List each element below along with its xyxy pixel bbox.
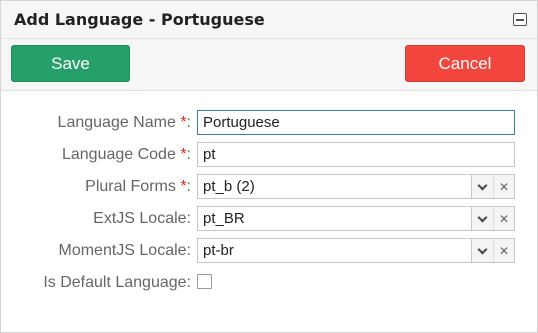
plural-forms-row: Plural Forms *: pt_b (2) ✕ [1, 174, 537, 200]
extjs-locale-label: ExtJS Locale: [93, 210, 191, 227]
chevron-down-icon[interactable] [472, 174, 494, 199]
dialog-header: Add Language - Portuguese [1, 1, 537, 39]
language-name-input[interactable]: Portuguese [197, 110, 515, 135]
clear-x-icon[interactable]: ✕ [493, 238, 515, 263]
chevron-down-icon[interactable] [472, 238, 494, 263]
add-language-dialog: Add Language - Portuguese Save Cancel La… [0, 0, 538, 333]
dialog-title: Add Language - Portuguese [14, 10, 265, 29]
language-code-input[interactable]: pt [197, 142, 515, 167]
momentjs-locale-row: MomentJS Locale: pt-br ✕ [1, 238, 537, 264]
extjs-locale-select[interactable]: pt_BR [197, 206, 472, 231]
language-code-row: Language Code *: pt [1, 142, 537, 168]
clear-x-icon[interactable]: ✕ [493, 206, 515, 231]
language-name-row: Language Name *: Portuguese [1, 110, 537, 136]
language-code-label: Language Code *: [61, 146, 191, 163]
toolbar: Save Cancel [1, 39, 537, 91]
chevron-down-icon[interactable] [472, 206, 494, 231]
plural-forms-select[interactable]: pt_b (2) [197, 174, 472, 199]
collapse-icon[interactable] [513, 13, 527, 26]
clear-x-icon[interactable]: ✕ [493, 174, 515, 199]
language-name-label: Language Name *: [57, 114, 191, 131]
is-default-checkbox[interactable] [197, 274, 212, 289]
cancel-button[interactable]: Cancel [405, 45, 525, 82]
is-default-row: Is Default Language: [1, 270, 537, 296]
save-button[interactable]: Save [11, 45, 130, 82]
momentjs-locale-select[interactable]: pt-br [197, 238, 472, 263]
momentjs-locale-label: MomentJS Locale: [58, 242, 191, 259]
extjs-locale-row: ExtJS Locale: pt_BR ✕ [1, 206, 537, 232]
plural-forms-label: Plural Forms *: [85, 178, 191, 195]
is-default-label: Is Default Language: [43, 274, 191, 291]
